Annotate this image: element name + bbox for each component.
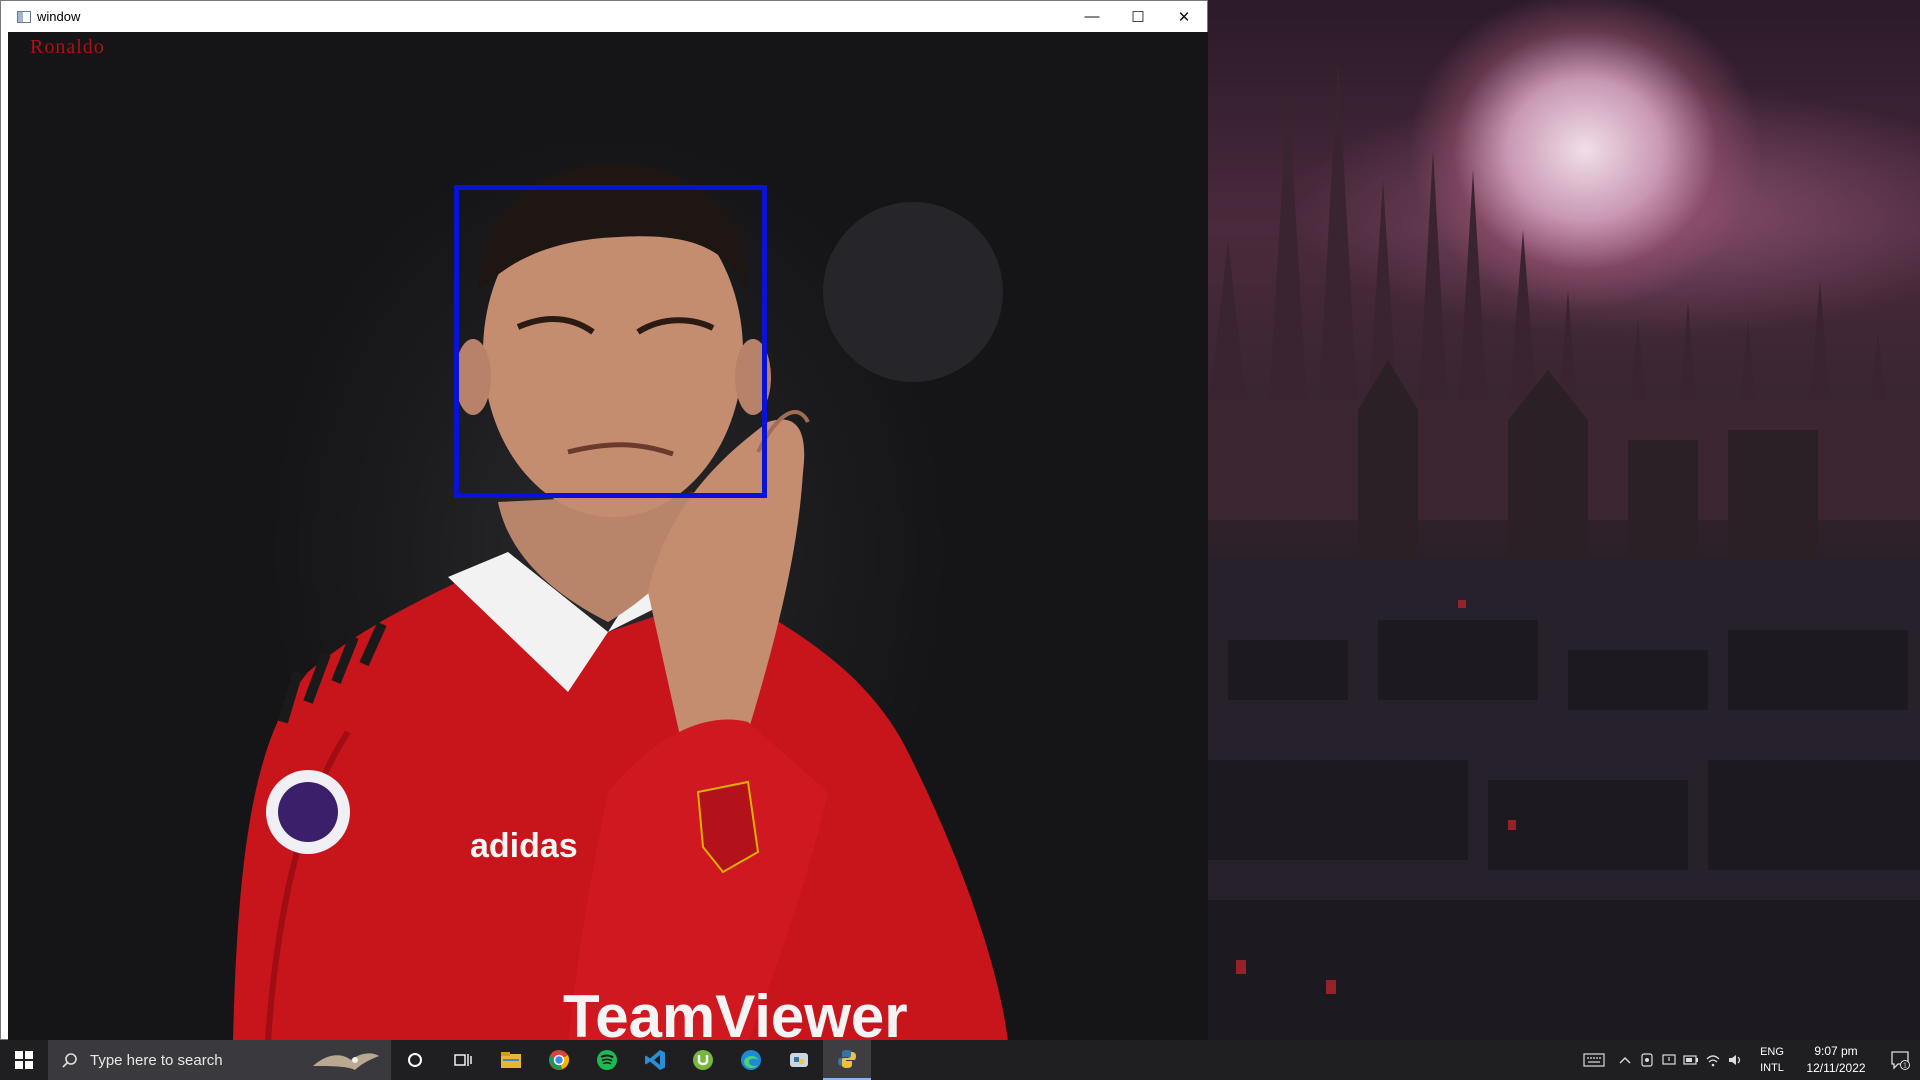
- monitor-alert-icon: [1662, 1054, 1676, 1065]
- edge-button[interactable]: [727, 1040, 775, 1080]
- notification-icon: 1: [1891, 1051, 1910, 1070]
- show-hidden-icons-button[interactable]: [1614, 1040, 1636, 1080]
- window-controls: — ☐ ✕: [1069, 1, 1207, 32]
- battery-icon: [1683, 1055, 1698, 1065]
- keyboard-icon: [1583, 1053, 1605, 1067]
- python-icon: [838, 1050, 856, 1068]
- vscode-button[interactable]: [631, 1040, 679, 1080]
- tray-app-button[interactable]: [1636, 1040, 1658, 1080]
- detection-label: Ronaldo: [30, 36, 105, 58]
- taskbar-search[interactable]: Type here to search: [48, 1040, 391, 1080]
- utorrent-button[interactable]: [679, 1040, 727, 1080]
- start-button[interactable]: [0, 1040, 48, 1080]
- clock-time: 9:07 pm: [1814, 1044, 1858, 1058]
- face-detection-box: [454, 185, 767, 498]
- keyboard-layout: INTL: [1760, 1062, 1784, 1074]
- windows-logo-icon: [15, 1051, 33, 1069]
- clock-date: 12/11/2022: [1806, 1061, 1866, 1075]
- chrome-button[interactable]: [535, 1040, 583, 1080]
- search-placeholder: Type here to search: [90, 1051, 223, 1069]
- input-language-indicator[interactable]: ENG INTL: [1754, 1044, 1790, 1076]
- chrome-icon: [549, 1050, 570, 1070]
- utorrent-icon: [693, 1050, 713, 1070]
- cortana-button[interactable]: [391, 1040, 439, 1080]
- svg-text:TeamViewer: TeamViewer: [563, 983, 908, 1041]
- vscode-icon: [645, 1050, 665, 1070]
- svg-text:adidas: adidas: [470, 827, 578, 865]
- wifi-button[interactable]: [1702, 1040, 1724, 1080]
- task-view-icon: [454, 1054, 472, 1066]
- wifi-icon: [1706, 1055, 1720, 1067]
- file-explorer-icon: [501, 1052, 521, 1068]
- device-icon: [1641, 1053, 1653, 1067]
- castle-wallpaper-art: [1208, 60, 1920, 1040]
- app-window: window — ☐ ✕ TeamViewer adidas Ronaldo: [0, 0, 1208, 1041]
- tray-security-button[interactable]: [1658, 1040, 1680, 1080]
- search-highlight-eagle-icon: [313, 1053, 379, 1070]
- taskbar-clock[interactable]: 9:07 pm 12/11/2022: [1798, 1043, 1874, 1077]
- title-bar[interactable]: window — ☐ ✕: [1, 1, 1207, 32]
- window-title: window: [37, 9, 81, 24]
- volume-button[interactable]: [1724, 1040, 1746, 1080]
- search-icon: [62, 1053, 77, 1068]
- edge-icon: [741, 1050, 761, 1070]
- image-canvas: TeamViewer adidas Ronaldo: [8, 32, 1208, 1041]
- battery-button[interactable]: [1680, 1040, 1702, 1080]
- notification-count: 1: [1903, 1063, 1907, 1070]
- speaker-icon: [1729, 1055, 1741, 1065]
- minimize-button[interactable]: —: [1069, 1, 1115, 32]
- system-tray: ENG INTL 9:07 pm 12/11/2022 1: [1574, 1040, 1920, 1080]
- file-explorer-button[interactable]: [487, 1040, 535, 1080]
- spotify-button[interactable]: [583, 1040, 631, 1080]
- language-code: ENG: [1760, 1046, 1784, 1058]
- close-button[interactable]: ✕: [1161, 1, 1207, 32]
- taskbar: Type here to search ENG INTL 9:07 pm 12/…: [0, 1040, 1920, 1080]
- chevron-up-icon: [1619, 1057, 1631, 1064]
- maximize-button[interactable]: ☐: [1115, 1, 1161, 32]
- python-window-button[interactable]: [823, 1040, 871, 1080]
- python-idle-icon: [790, 1053, 808, 1067]
- action-center-button[interactable]: 1: [1880, 1040, 1920, 1080]
- portrait-photo: TeamViewer adidas: [233, 163, 1008, 1041]
- touch-keyboard-button[interactable]: [1574, 1040, 1614, 1080]
- task-view-button[interactable]: [439, 1040, 487, 1080]
- window-app-icon: [17, 10, 31, 23]
- cortana-icon: [408, 1053, 422, 1067]
- python-idle-button[interactable]: [775, 1040, 823, 1080]
- spotify-icon: [597, 1050, 617, 1070]
